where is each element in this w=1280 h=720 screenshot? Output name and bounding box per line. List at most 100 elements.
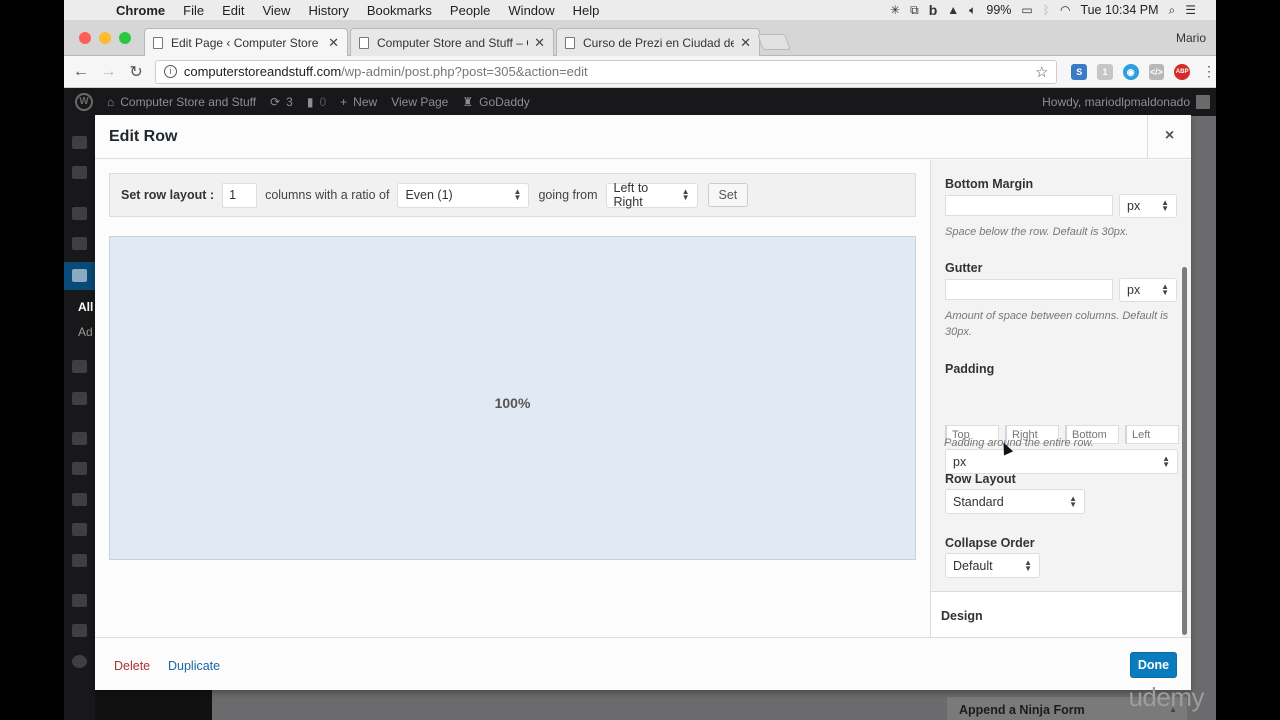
new-tab-button[interactable] <box>757 34 791 50</box>
tools-icon[interactable] <box>72 523 87 536</box>
close-icon[interactable]: × <box>1147 115 1191 159</box>
submenu-add-new[interactable]: Ad <box>78 325 93 339</box>
column-width-label: 100% <box>494 395 531 411</box>
view-page-link[interactable]: View Page <box>391 95 448 109</box>
reload-icon[interactable]: ↻ <box>125 62 147 82</box>
spotlight-search-icon[interactable]: ⌕ <box>1169 3 1176 18</box>
appearance-icon[interactable] <box>72 432 87 445</box>
new-content-link[interactable]: + New <box>340 95 377 109</box>
gutter-help: Amount of space between columns. Default… <box>945 310 1169 338</box>
profile-button[interactable]: Mario <box>1176 31 1206 45</box>
back-icon[interactable]: ← <box>70 63 92 81</box>
extra-plugin-icon[interactable] <box>72 594 87 607</box>
pages-menu-active[interactable] <box>64 262 95 290</box>
screen: Chrome File Edit View History Bookmarks … <box>64 0 1216 720</box>
window-minimize-button[interactable] <box>99 32 111 44</box>
menu-view[interactable]: View <box>262 3 290 18</box>
menu-window[interactable]: Window <box>508 3 554 18</box>
set-layout-button[interactable]: Set <box>707 183 749 207</box>
padding-unit-select[interactable]: px ▲ ▼ <box>945 449 1178 474</box>
going-from-text: going from <box>538 188 598 202</box>
tab-computer-store[interactable]: Computer Store and Stuff – Computer ✕ <box>350 28 554 56</box>
settings-icon[interactable] <box>72 554 87 567</box>
menu-edit[interactable]: Edit <box>222 3 244 18</box>
godaddy-label: GoDaddy <box>479 95 530 109</box>
menu-bookmarks[interactable]: Bookmarks <box>367 3 432 18</box>
tab-curso-prezi[interactable]: Curso de Prezi en Ciudad de México ✕ <box>556 28 760 56</box>
modal-footer: Delete Duplicate Done <box>95 637 1191 690</box>
posts-pin-icon[interactable] <box>72 207 87 220</box>
tab-edit-page[interactable]: Edit Page ‹ Computer Store and Stuff ✕ <box>144 28 348 57</box>
wp-admin-sidebar: All Ad <box>64 116 95 720</box>
bottom-margin-unit-select[interactable]: px ▲ ▼ <box>1119 194 1177 218</box>
design-section-toggle[interactable]: Design <box>930 591 1182 637</box>
drive-icon[interactable]: ▲ <box>947 3 959 17</box>
extension-code-icon[interactable]: </> <box>1148 63 1165 80</box>
row-layout-select[interactable]: Standard ▲ ▼ <box>945 489 1085 514</box>
menu-file[interactable]: File <box>183 3 204 18</box>
submenu-all-pages[interactable]: All <box>78 300 93 314</box>
page-icon <box>565 36 575 49</box>
bottom-margin-input[interactable] <box>945 195 1113 216</box>
window-zoom-button[interactable] <box>119 32 131 44</box>
settings-scrollbar[interactable] <box>1182 267 1187 635</box>
battery-icon[interactable]: ▭ <box>1021 3 1032 17</box>
b-icon[interactable]: b <box>929 2 938 18</box>
bluetooth-icon[interactable]: ᛒ <box>1043 3 1050 17</box>
collapse-order-select[interactable]: Default ▲ ▼ <box>945 553 1040 578</box>
video-icon[interactable] <box>72 624 87 637</box>
godaddy-link[interactable]: ♜ GoDaddy <box>462 95 529 109</box>
dashboard-icon[interactable] <box>72 136 87 149</box>
chrome-menu-icon[interactable]: ⋮ <box>1202 63 1216 80</box>
forms-icon[interactable] <box>72 392 87 405</box>
clock[interactable]: Tue 10:34 PM <box>1080 3 1158 17</box>
address-bar[interactable]: i computerstoreandstuff.com /wp-admin/po… <box>154 59 1058 84</box>
menu-app-chrome[interactable]: Chrome <box>116 3 165 18</box>
screen-record-icon[interactable]: ⧉ <box>910 3 919 18</box>
duplicate-row-link[interactable]: Duplicate <box>168 659 220 673</box>
browser-toolbar: ← → ↻ i computerstoreandstuff.com /wp-ad… <box>64 56 1216 88</box>
plugins-icon[interactable] <box>72 462 87 475</box>
adblock-plus-icon[interactable]: ABP <box>1174 63 1190 80</box>
tab-close-icon[interactable]: ✕ <box>740 35 751 51</box>
my-account-link[interactable]: Howdy, mariodlpmaldonado <box>1042 95 1210 109</box>
site-info-icon[interactable]: i <box>163 65 177 78</box>
media-icon[interactable] <box>72 237 87 250</box>
direction-select[interactable]: Left to Right ▲ ▼ <box>605 181 698 209</box>
brightness-icon[interactable]: ✳ <box>890 3 900 17</box>
bookmark-star-icon[interactable]: ☆ <box>1035 63 1048 81</box>
gutter-input[interactable] <box>945 279 1113 300</box>
site-name-link[interactable]: ⌂ Computer Store and Stuff <box>107 95 256 109</box>
comments-icon[interactable] <box>72 360 87 373</box>
extension-1-icon[interactable]: 1 <box>1097 63 1113 80</box>
extension-eye-icon[interactable]: ◉ <box>1122 63 1139 80</box>
delete-row-link[interactable]: Delete <box>114 659 150 673</box>
row-column-preview[interactable]: 100% <box>109 236 916 560</box>
tab-close-icon[interactable]: ✕ <box>534 35 545 51</box>
wordpress-logo-icon[interactable]: W <box>75 93 93 111</box>
done-button[interactable]: Done <box>1130 652 1177 678</box>
row-layout-label: Row Layout <box>945 472 1016 486</box>
menu-help[interactable]: Help <box>573 3 600 18</box>
users-icon[interactable] <box>72 493 87 506</box>
columns-input[interactable] <box>222 182 258 208</box>
forward-icon[interactable]: → <box>98 63 120 81</box>
notification-center-icon[interactable]: ☰ <box>1185 3 1196 17</box>
select-arrows-icon: ▲ ▼ <box>1069 493 1077 509</box>
comments-count: 0 <box>319 95 327 109</box>
tab-close-icon[interactable]: ✕ <box>328 35 339 51</box>
comments-link[interactable]: ▮ 0 <box>307 95 326 109</box>
menu-history[interactable]: History <box>308 3 348 18</box>
collapse-menu-icon[interactable] <box>72 655 87 668</box>
window-close-button[interactable] <box>79 32 91 44</box>
gutter-unit-select[interactable]: px ▲ ▼ <box>1119 278 1177 302</box>
volume-icon[interactable]: 🔈︎ <box>969 3 976 18</box>
ratio-select[interactable]: Even (1) ▲ ▼ <box>397 182 530 208</box>
wifi-icon[interactable]: ◠ <box>1060 3 1070 17</box>
design-label: Design <box>941 609 983 623</box>
updates-link[interactable]: ⟳ 3 <box>270 95 293 109</box>
url-path: /wp-admin/post.php?post=305&action=edit <box>341 64 588 79</box>
menu-people[interactable]: People <box>450 3 490 18</box>
godaddy-menu-icon[interactable] <box>72 166 87 179</box>
extension-s-icon[interactable]: S <box>1071 63 1088 80</box>
